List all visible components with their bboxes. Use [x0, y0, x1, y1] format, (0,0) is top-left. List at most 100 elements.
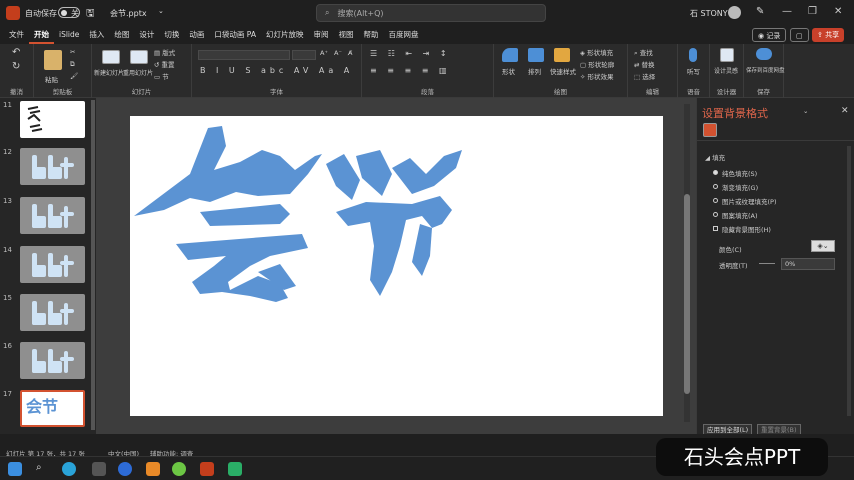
tab-pocket-animation[interactable]: 口袋动画 PA — [209, 26, 261, 44]
font-size-field[interactable] — [292, 50, 316, 60]
tab-help[interactable]: 帮助 — [358, 26, 383, 44]
tab-file[interactable]: 文件 — [4, 26, 29, 44]
search-icon[interactable]: ⌕ — [36, 462, 50, 476]
shape-effects-button[interactable]: ✧ 形状效果 — [580, 71, 614, 81]
dictate-label[interactable]: 听写 — [687, 66, 700, 76]
grow-font-icon[interactable]: A⁺ — [320, 49, 328, 57]
solid-fill-radio[interactable] — [713, 170, 718, 175]
close-button[interactable]: ✕ — [834, 6, 842, 17]
tab-view[interactable]: 视图 — [333, 26, 358, 44]
quick-styles-label[interactable]: 快速样式 — [550, 66, 576, 76]
tab-islide[interactable]: iSlide — [54, 26, 84, 44]
powerpoint-taskbar-icon[interactable] — [200, 462, 214, 476]
tab-design[interactable]: 设计 — [134, 26, 159, 44]
tab-home[interactable]: 开始 — [29, 26, 54, 44]
shape-outline-button[interactable]: ▢ 形状轮廓 — [580, 59, 614, 69]
picture-fill-radio[interactable] — [713, 198, 718, 203]
color-picker-button[interactable]: ◈⌄ — [811, 240, 835, 252]
clear-format-icon[interactable]: A̸ — [348, 49, 352, 57]
shape-fill-button[interactable]: ◈ 形状填充 — [580, 47, 613, 57]
pane-scrollbar[interactable] — [847, 146, 851, 416]
list-icons[interactable]: ☰ ☷ ⇤ ⇥ ↕ — [370, 49, 451, 58]
search-box[interactable]: ⌕ 搜索(Alt+Q) — [316, 4, 546, 22]
transparency-slider[interactable] — [759, 263, 775, 264]
microphone-icon[interactable] — [689, 48, 697, 62]
align-icons[interactable]: ≡ ≡ ≡ ≡ ▥ — [370, 66, 451, 75]
select-button[interactable]: ⬚ 选择 — [634, 71, 655, 81]
wechat-icon[interactable] — [228, 462, 242, 476]
tab-transitions[interactable]: 切换 — [159, 26, 184, 44]
arrange-label[interactable]: 排列 — [528, 66, 541, 76]
font-style-icons[interactable]: B I U S abc AV Aa A — [200, 66, 353, 75]
copy-icon[interactable]: ⧉ — [70, 60, 75, 69]
slide-panel-scrollbar[interactable] — [91, 100, 95, 430]
tab-slideshow[interactable]: 幻灯片放映 — [261, 26, 309, 44]
pattern-fill-radio[interactable] — [713, 212, 718, 217]
tab-draw[interactable]: 绘图 — [109, 26, 134, 44]
calligraphy-art[interactable] — [130, 116, 663, 416]
comment-button[interactable]: ▢ — [790, 28, 809, 42]
share-button[interactable]: ⇪ 共享 — [812, 28, 845, 42]
save-icon[interactable]: 🖫 — [86, 6, 95, 23]
edge-icon[interactable] — [62, 462, 76, 476]
cut-icon[interactable]: ✂ — [70, 48, 75, 56]
app-green-icon[interactable] — [172, 462, 186, 476]
fill-section-header[interactable]: ◢ 填充 — [705, 152, 725, 162]
font-name-field[interactable] — [198, 50, 290, 60]
scrollbar-thumb[interactable] — [684, 194, 690, 394]
new-slide-label[interactable]: 新建幻灯片 — [94, 68, 124, 77]
slide-thumbnail[interactable] — [20, 294, 85, 331]
find-button[interactable]: ⌕ 查找 — [634, 47, 653, 58]
app-orange-icon[interactable] — [146, 462, 160, 476]
pane-options-icon[interactable]: ⌄ — [803, 107, 808, 115]
save-baidu-label[interactable]: 保存到百度网盘 — [746, 66, 785, 74]
close-pane-icon[interactable]: ✕ — [841, 106, 849, 116]
file-name[interactable]: 会节.pptx — [110, 8, 147, 19]
tab-insert[interactable]: 插入 — [84, 26, 109, 44]
paste-label[interactable]: 粘贴 — [45, 74, 58, 84]
vertical-scrollbar[interactable] — [684, 104, 690, 422]
restore-button[interactable]: ❐ — [808, 6, 817, 17]
tab-review[interactable]: 审阅 — [308, 26, 333, 44]
transparency-field[interactable]: 0% — [781, 258, 835, 270]
cloud-icon[interactable] — [756, 48, 772, 60]
chevron-down-icon[interactable]: ⌄ — [158, 7, 164, 15]
shapes-icon[interactable] — [502, 48, 518, 62]
app-l-icon[interactable] — [118, 462, 132, 476]
shape-label[interactable]: 形状 — [502, 66, 515, 76]
section-button[interactable]: ▭ 节 — [154, 71, 169, 81]
redo-icon[interactable]: ↻ — [12, 61, 20, 72]
avatar[interactable] — [728, 6, 741, 19]
designer-label[interactable]: 设计灵感 — [714, 66, 738, 75]
new-slide-icon[interactable] — [102, 50, 120, 64]
slide-thumbnail[interactable] — [20, 101, 85, 138]
fill-bucket-icon[interactable] — [703, 123, 717, 137]
undo-icon[interactable]: ↶ — [12, 47, 20, 58]
arrange-icon[interactable] — [528, 48, 544, 62]
shrink-font-icon[interactable]: A⁻ — [334, 49, 342, 57]
gradient-fill-radio[interactable] — [713, 184, 718, 189]
tab-animations[interactable]: 动画 — [184, 26, 209, 44]
slide-thumbnail[interactable] — [20, 246, 85, 283]
user-name[interactable]: 石 STONY — [690, 8, 728, 19]
minimize-button[interactable]: — — [782, 6, 792, 17]
replace-button[interactable]: ⇄ 替换 — [634, 59, 655, 69]
reset-button[interactable]: ↺ 重置 — [154, 59, 175, 69]
format-painter-icon[interactable]: 🖌 — [70, 72, 78, 80]
designer-icon[interactable] — [720, 48, 734, 62]
pen-icon[interactable]: ✎ — [756, 6, 764, 17]
quick-styles-icon[interactable] — [554, 48, 570, 62]
paste-icon[interactable] — [44, 50, 62, 70]
slide-canvas[interactable] — [130, 116, 663, 416]
layout-button[interactable]: ▤ 版式 — [154, 47, 175, 57]
task-view-icon[interactable] — [92, 462, 106, 476]
hide-background-checkbox[interactable] — [713, 226, 718, 231]
reuse-slide-label[interactable]: 重用幻灯片 — [123, 68, 153, 77]
record-button[interactable]: ◉ 记录 — [752, 28, 787, 42]
tab-baidu-netdisk[interactable]: 百度网盘 — [383, 26, 423, 44]
slide-thumbnail[interactable] — [20, 148, 85, 185]
slide-thumbnail[interactable] — [20, 342, 85, 379]
windows-start-icon[interactable] — [8, 462, 22, 476]
reuse-slide-icon[interactable] — [130, 50, 148, 64]
slide-thumbnail[interactable] — [20, 197, 85, 234]
